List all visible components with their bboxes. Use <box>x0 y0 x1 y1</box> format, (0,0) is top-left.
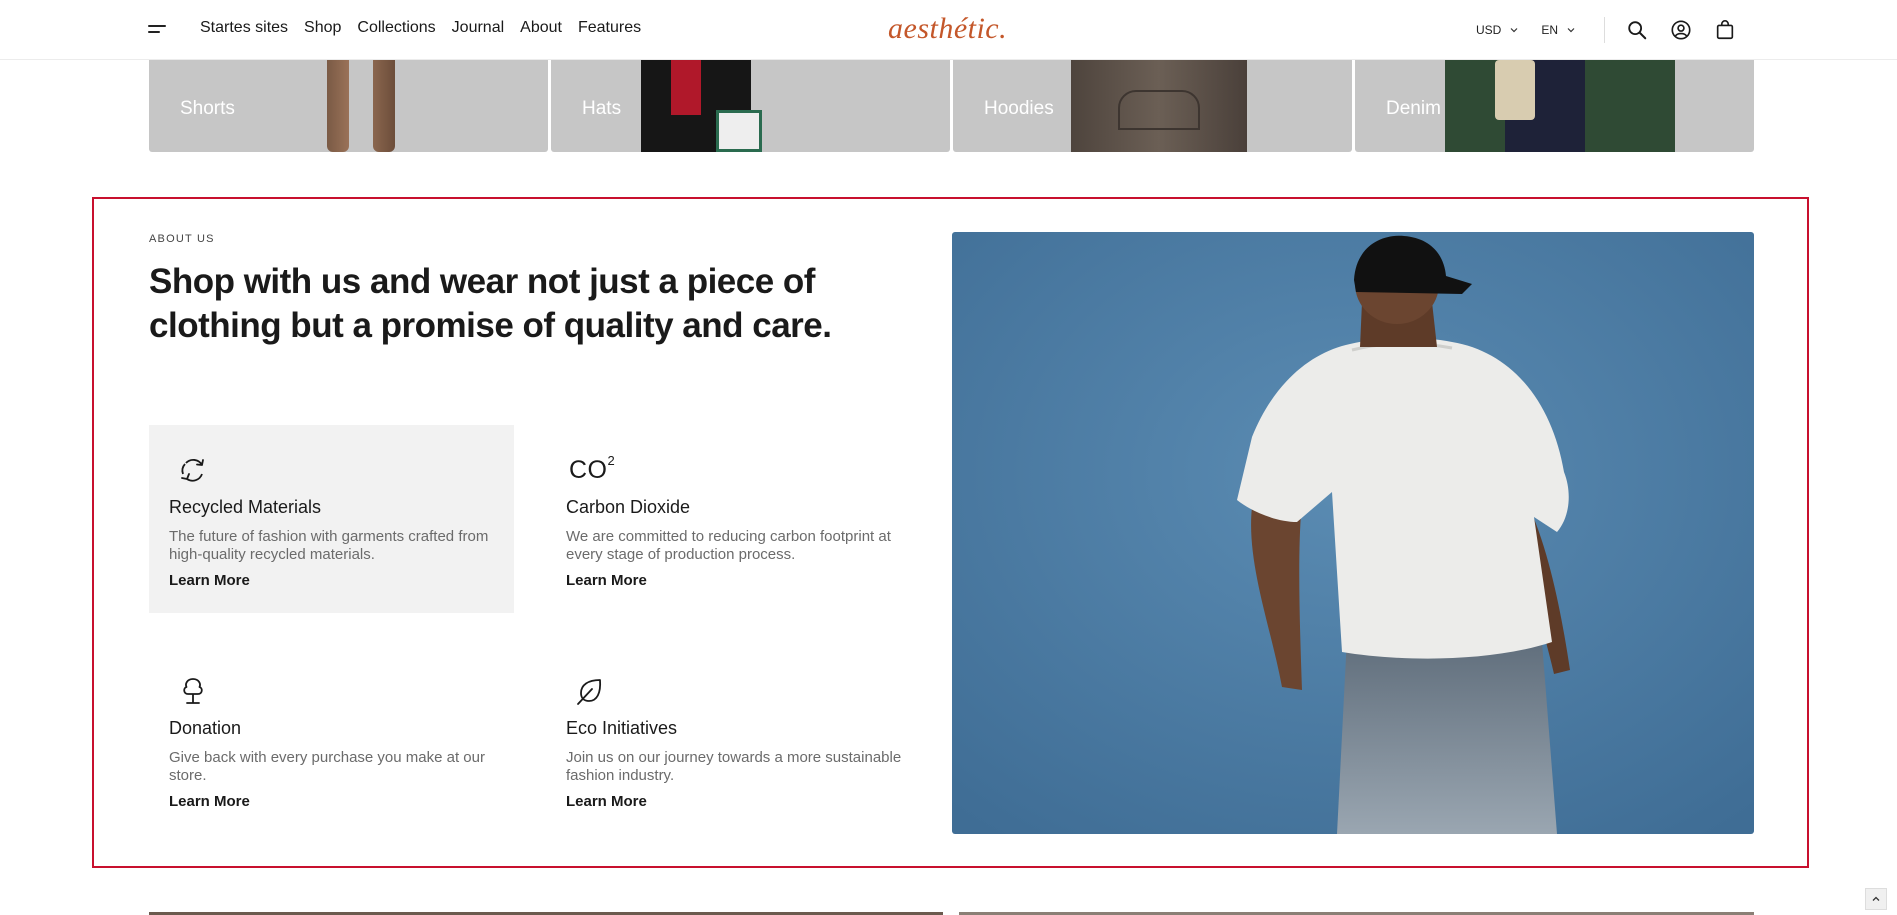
feature-card-carbon[interactable]: CO2 Carbon Dioxide We are committed to r… <box>546 425 911 613</box>
learn-more-link[interactable]: Learn More <box>169 572 250 589</box>
model-bag-image <box>716 110 762 152</box>
header-actions: USD EN <box>1476 17 1757 43</box>
learn-more-link[interactable]: Learn More <box>169 793 250 810</box>
nav-item-features[interactable]: Features <box>578 19 641 37</box>
feature-title: Carbon Dioxide <box>566 497 691 517</box>
category-label: Shorts <box>180 98 235 119</box>
learn-more-link[interactable]: Learn More <box>566 572 647 589</box>
co2-subscript: 2 <box>607 453 616 469</box>
category-tile-hoodies[interactable]: Hoodies <box>953 60 1352 152</box>
nav-item-shop[interactable]: Shop <box>304 19 341 37</box>
model-shirt-image <box>671 60 701 115</box>
search-icon[interactable] <box>1625 18 1649 42</box>
site-header: Startes sites Shop Collections Journal A… <box>0 0 1897 60</box>
currency-selector[interactable]: USD <box>1476 23 1519 37</box>
co2-icon: CO2 <box>569 453 615 487</box>
language-selector[interactable]: EN <box>1541 23 1576 37</box>
nav-item-about[interactable]: About <box>520 19 562 37</box>
feature-description: We are committed to reducing carbon foot… <box>566 528 891 563</box>
nav-item-journal[interactable]: Journal <box>452 19 504 37</box>
category-label: Hats <box>582 98 622 119</box>
category-tile-shorts[interactable]: Shorts <box>149 60 548 152</box>
model-bag-image <box>1495 60 1535 120</box>
site-logo[interactable]: aesthétic. <box>888 12 1007 46</box>
feature-description: Join us on our journey towards a more su… <box>566 749 902 784</box>
model-legs-image <box>327 60 349 152</box>
feature-description: Give back with every purchase you make a… <box>169 749 485 784</box>
leaf-icon <box>574 674 608 708</box>
section-headline: Shop with us and wear not just a piece o… <box>149 262 832 345</box>
model-legs-image <box>373 60 395 152</box>
nav-item-collections[interactable]: Collections <box>357 19 435 37</box>
account-icon[interactable] <box>1669 18 1693 42</box>
chevron-down-icon <box>1567 28 1575 33</box>
chevron-up-icon <box>1872 896 1880 901</box>
main-nav: Startes sites Shop Collections Journal A… <box>200 19 641 37</box>
hoodie-pocket-image <box>1118 90 1200 130</box>
scroll-top-button[interactable] <box>1865 888 1887 910</box>
co2-text: CO <box>569 455 608 484</box>
feature-card-donation[interactable]: Donation Give back with every purchase y… <box>149 646 514 834</box>
chevron-down-icon <box>1510 28 1518 33</box>
learn-more-link[interactable]: Learn More <box>566 793 647 810</box>
category-tile-hats[interactable]: Hats <box>551 60 950 152</box>
currency-label: USD <box>1476 23 1502 37</box>
category-tile-denim[interactable]: Denim <box>1355 60 1754 152</box>
language-label: EN <box>1541 23 1559 37</box>
feature-card-eco[interactable]: Eco Initiatives Join us on our journey t… <box>546 646 911 834</box>
feature-title: Eco Initiatives <box>566 718 678 738</box>
about-hero-image <box>952 232 1754 834</box>
recycle-icon <box>177 453 211 487</box>
category-label: Denim <box>1386 98 1441 119</box>
section-eyebrow: ABOUT US <box>149 233 215 245</box>
tree-icon <box>177 674 211 708</box>
header-divider <box>1604 17 1606 43</box>
category-label: Hoodies <box>984 98 1054 119</box>
feature-description: The future of fashion with garments craf… <box>169 528 489 563</box>
feature-card-recycled[interactable]: Recycled Materials The future of fashion… <box>149 425 514 613</box>
nav-item-starter-sites[interactable]: Startes sites <box>200 19 288 37</box>
bag-icon[interactable] <box>1713 18 1737 42</box>
feature-title: Donation <box>169 718 242 738</box>
category-tiles: Shorts Hats Hoodies Denim <box>149 60 1754 152</box>
feature-title: Recycled Materials <box>169 497 322 517</box>
menu-icon[interactable] <box>148 22 168 38</box>
